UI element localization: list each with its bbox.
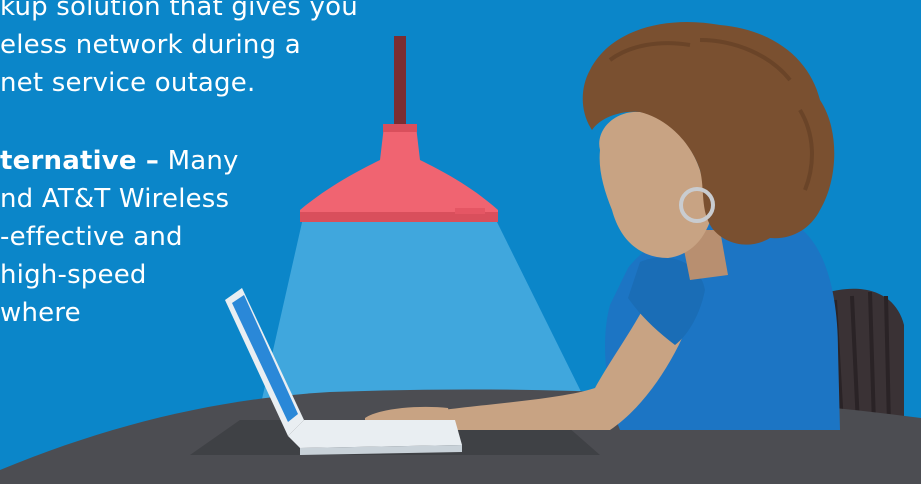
laptop-base	[288, 420, 462, 448]
illustration	[0, 22, 921, 484]
lamp-shade	[300, 126, 498, 222]
lamp-cord	[394, 36, 406, 126]
